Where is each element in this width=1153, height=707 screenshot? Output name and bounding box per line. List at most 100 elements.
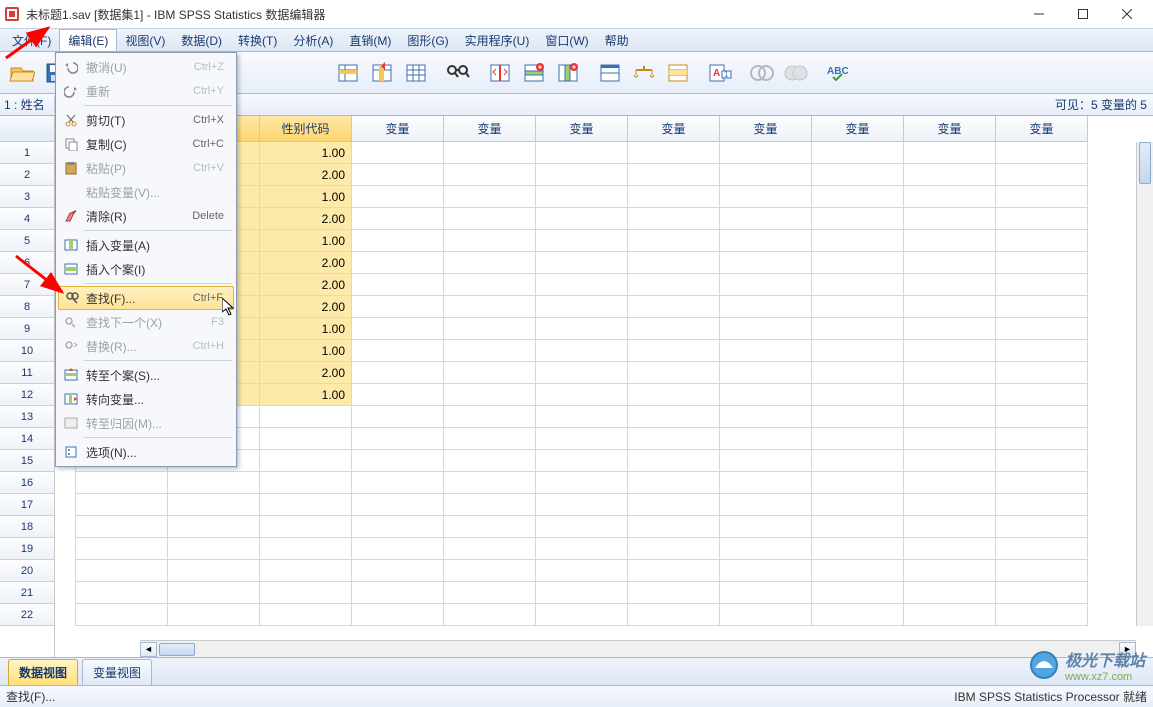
cell[interactable]: 2.00 xyxy=(260,362,352,384)
row-header[interactable]: 16 xyxy=(0,472,54,494)
cell[interactable] xyxy=(904,406,996,428)
cell[interactable] xyxy=(996,582,1088,604)
cell[interactable] xyxy=(352,582,444,604)
cell[interactable] xyxy=(444,362,536,384)
cell[interactable] xyxy=(352,560,444,582)
cell[interactable] xyxy=(812,208,904,230)
cell[interactable] xyxy=(996,208,1088,230)
column-header[interactable]: 变量 xyxy=(352,116,444,142)
cell[interactable]: 2.00 xyxy=(260,164,352,186)
cell[interactable] xyxy=(628,362,720,384)
row-header[interactable]: 6 xyxy=(0,252,54,274)
cell[interactable] xyxy=(352,384,444,406)
cell[interactable] xyxy=(996,296,1088,318)
corner-cell[interactable] xyxy=(0,116,54,142)
cell[interactable] xyxy=(76,494,168,516)
cell[interactable] xyxy=(720,318,812,340)
menu-edit[interactable]: 编辑(E) xyxy=(59,29,117,51)
cell[interactable] xyxy=(904,362,996,384)
cell[interactable] xyxy=(168,538,260,560)
cell[interactable] xyxy=(812,428,904,450)
cell[interactable] xyxy=(996,230,1088,252)
cell[interactable] xyxy=(168,582,260,604)
cell[interactable] xyxy=(260,516,352,538)
cell[interactable] xyxy=(812,494,904,516)
menu-item-cut[interactable]: 剪切(T)Ctrl+X xyxy=(58,108,234,132)
cell[interactable] xyxy=(812,296,904,318)
row-header[interactable]: 10 xyxy=(0,340,54,362)
cell[interactable] xyxy=(536,208,628,230)
cell[interactable] xyxy=(352,318,444,340)
spellcheck-icon[interactable]: ABC xyxy=(822,57,854,89)
cell[interactable] xyxy=(536,362,628,384)
cell[interactable] xyxy=(628,450,720,472)
cell[interactable] xyxy=(628,516,720,538)
cell[interactable] xyxy=(812,186,904,208)
row-header[interactable]: 3 xyxy=(0,186,54,208)
cell[interactable] xyxy=(996,560,1088,582)
cell[interactable] xyxy=(812,318,904,340)
menu-item-clear[interactable]: 清除(R)Delete xyxy=(58,204,234,228)
find-icon[interactable] xyxy=(442,57,474,89)
cell[interactable] xyxy=(260,450,352,472)
cell[interactable] xyxy=(904,494,996,516)
row-header[interactable]: 5 xyxy=(0,230,54,252)
cell[interactable]: 1.00 xyxy=(260,340,352,362)
cell[interactable] xyxy=(352,186,444,208)
cell[interactable] xyxy=(536,164,628,186)
cell[interactable] xyxy=(168,472,260,494)
variables-icon[interactable] xyxy=(400,57,432,89)
cell[interactable] xyxy=(904,428,996,450)
cell[interactable] xyxy=(536,142,628,164)
cell[interactable] xyxy=(904,208,996,230)
cell[interactable] xyxy=(628,274,720,296)
cell[interactable] xyxy=(720,164,812,186)
cell[interactable] xyxy=(720,450,812,472)
value-labels-icon[interactable]: A1 xyxy=(704,57,736,89)
cell[interactable] xyxy=(812,406,904,428)
menu-item-inscase[interactable]: 插入个案(I) xyxy=(58,257,234,281)
cell[interactable] xyxy=(260,582,352,604)
cell[interactable] xyxy=(628,494,720,516)
column-header[interactable]: 变量 xyxy=(996,116,1088,142)
row-header[interactable]: 11 xyxy=(0,362,54,384)
cell[interactable]: 1.00 xyxy=(260,186,352,208)
menu-marketing[interactable]: 直销(M) xyxy=(341,29,399,51)
cell[interactable] xyxy=(720,582,812,604)
cell[interactable] xyxy=(444,274,536,296)
scroll-thumb-h[interactable] xyxy=(159,643,195,656)
cell[interactable] xyxy=(812,230,904,252)
cell[interactable]: 1.00 xyxy=(260,384,352,406)
cell[interactable]: 1.00 xyxy=(260,230,352,252)
cell[interactable] xyxy=(444,186,536,208)
cell[interactable] xyxy=(904,186,996,208)
cell[interactable] xyxy=(444,318,536,340)
cell[interactable] xyxy=(720,340,812,362)
cell[interactable] xyxy=(996,274,1088,296)
cell[interactable] xyxy=(996,604,1088,626)
menu-transform[interactable]: 转换(T) xyxy=(230,29,285,51)
cell[interactable] xyxy=(628,186,720,208)
cell[interactable] xyxy=(720,296,812,318)
cell[interactable] xyxy=(904,252,996,274)
scroll-left-arrow[interactable]: ◄ xyxy=(140,642,157,657)
insert-var-icon[interactable] xyxy=(552,57,584,89)
weight-icon[interactable] xyxy=(628,57,660,89)
cell[interactable] xyxy=(76,604,168,626)
scroll-thumb[interactable] xyxy=(1139,142,1151,184)
cell[interactable] xyxy=(444,164,536,186)
cell[interactable] xyxy=(536,274,628,296)
cell[interactable] xyxy=(444,560,536,582)
cell[interactable] xyxy=(720,142,812,164)
cell[interactable]: 2.00 xyxy=(260,208,352,230)
row-header[interactable]: 14 xyxy=(0,428,54,450)
column-header[interactable]: 变量 xyxy=(444,116,536,142)
menu-graphs[interactable]: 图形(G) xyxy=(399,29,456,51)
menu-file[interactable]: 文件(F) xyxy=(4,29,59,51)
cell[interactable] xyxy=(536,252,628,274)
cell[interactable] xyxy=(444,296,536,318)
cell[interactable] xyxy=(720,604,812,626)
close-button[interactable] xyxy=(1105,0,1149,28)
cell[interactable] xyxy=(352,230,444,252)
cell[interactable] xyxy=(812,362,904,384)
